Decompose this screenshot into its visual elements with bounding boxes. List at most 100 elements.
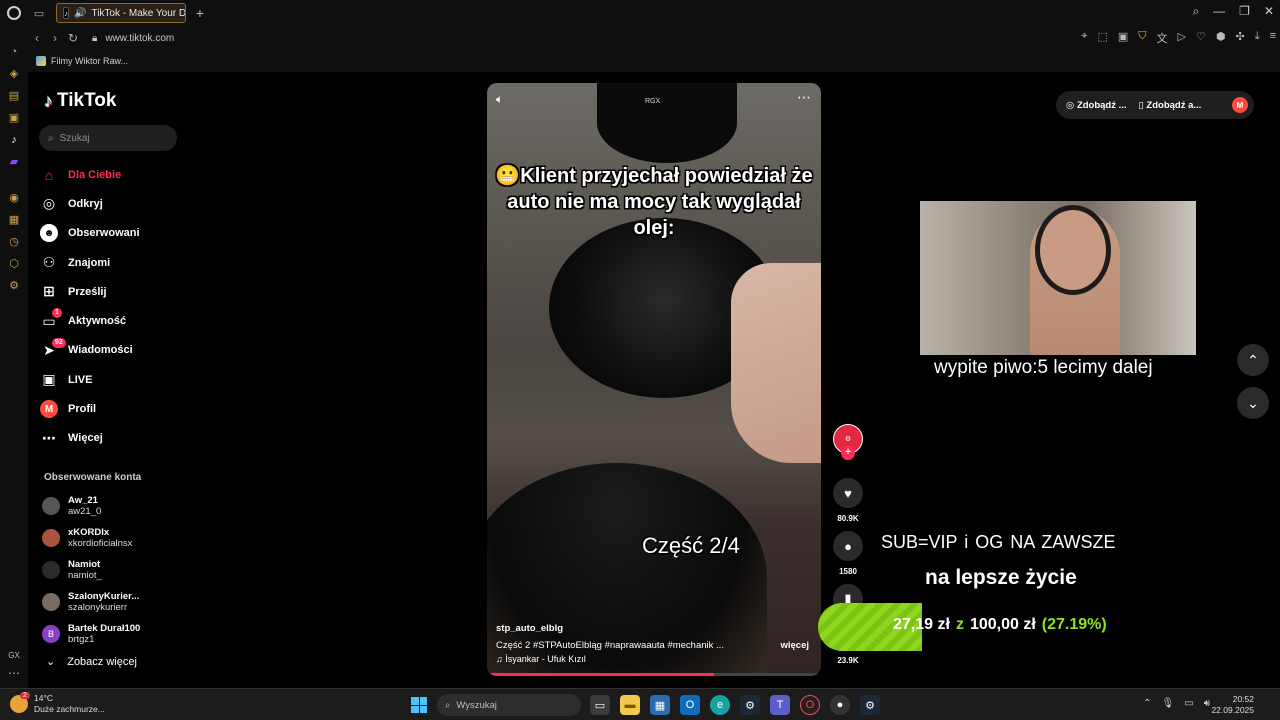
- shield-icon[interactable]: ⛉: [1138, 30, 1146, 46]
- nav-item-activity[interactable]: ▭ 1 Aktywność: [40, 306, 190, 335]
- tiktok-favicon-icon: ♪: [63, 7, 69, 19]
- back-icon[interactable]: ‹: [28, 31, 46, 45]
- chevron-up-icon[interactable]: ⌃: [1143, 698, 1151, 709]
- start-button[interactable]: [411, 697, 427, 713]
- nav-label: Dla Ciebie: [68, 168, 122, 181]
- package-icon[interactable]: ⬢: [1216, 30, 1226, 46]
- edge-icon[interactable]: e: [710, 695, 730, 715]
- next-video-button[interactable]: ⌄: [1237, 387, 1269, 419]
- task-view-icon[interactable]: ▭: [590, 695, 610, 715]
- browser-tab-tiktok[interactable]: ♪ 🔊 TikTok - Make Your D... ×: [56, 3, 186, 23]
- search-icon[interactable]: ⌕: [1192, 4, 1199, 19]
- creator-avatar[interactable]: ⚙ +: [833, 424, 863, 460]
- nav-item-following[interactable]: ☻ Obserwowani: [40, 219, 190, 248]
- see-more-button[interactable]: ⌄ Zobacz więcej: [46, 655, 137, 669]
- volume-icon[interactable]: 🔊︎: [1204, 698, 1210, 709]
- extensions-icon[interactable]: ▦: [8, 214, 20, 226]
- get-coins-button[interactable]: ◎ Zdobądź ...: [1066, 100, 1127, 111]
- microphone-icon[interactable]: 🎙︎: [1162, 698, 1175, 709]
- url-text[interactable]: www.tiktok.com: [105, 33, 174, 44]
- nav-item-more[interactable]: ⋯ Więcej: [40, 424, 190, 453]
- bookmark-item[interactable]: Filmy Wiktor Raw...: [51, 56, 128, 66]
- download-icon[interactable]: ⤓: [1255, 30, 1260, 46]
- sidebar-tiktok-icon[interactable]: ♪: [8, 134, 20, 146]
- chevron-down-icon: ⌄: [1247, 394, 1259, 411]
- nav-item-upload[interactable]: ⊞ Prześlij: [40, 277, 190, 306]
- snapshot-icon[interactable]: ⬚: [1097, 30, 1107, 46]
- address-bar: ‹ › ↻ 🔒︎ www.tiktok.com ⌖ ⬚ ▣ ⛉ 文 ▷ ♡ ⬢ …: [28, 26, 1280, 50]
- speed-dial-icon[interactable]: ◔: [8, 46, 20, 58]
- followed-account[interactable]: xKORDIx xkordioficialnsx: [42, 522, 192, 554]
- player-icon[interactable]: ◉: [8, 192, 20, 204]
- discord-icon[interactable]: ●: [830, 695, 850, 715]
- like-button[interactable]: ♥: [833, 478, 863, 508]
- opera-gx-icon[interactable]: O: [800, 695, 820, 715]
- video-author[interactable]: stp_auto_elblg: [496, 623, 563, 634]
- extensions-puzzle-icon[interactable]: ✣: [1235, 30, 1244, 46]
- tiktok-page: ♪ TikTok ⌕ ⌂ Dla Ciebie ◎ Odkryj ☻ Obser…: [28, 72, 1280, 688]
- gx-control-icon[interactable]: ◈: [8, 68, 20, 80]
- followed-account[interactable]: B Bartek Durał100 brtgz1: [42, 618, 192, 650]
- camera-icon[interactable]: ▣: [1118, 30, 1128, 46]
- restore-icon[interactable]: ❐: [1239, 4, 1250, 19]
- taskbar-clock[interactable]: 20:52 22.09.2025: [1211, 694, 1254, 716]
- weather-widget[interactable]: 2 14°C Duże zachmurze...: [10, 692, 105, 715]
- outlook-icon[interactable]: O: [680, 695, 700, 715]
- taskbar-search[interactable]: ⌕ Wyszukaj: [437, 694, 581, 716]
- follow-plus-icon[interactable]: +: [841, 446, 855, 460]
- nav-label: Więcej: [68, 432, 103, 445]
- user-avatar[interactable]: M: [1232, 97, 1248, 113]
- previous-video-button[interactable]: ⌃: [1237, 344, 1269, 376]
- nav-item-for-you[interactable]: ⌂ Dla Ciebie: [40, 160, 190, 189]
- opera-gx-logo-icon[interactable]: [0, 0, 28, 26]
- tiktok-note-icon: ♪: [44, 90, 53, 111]
- network-icon[interactable]: ▭: [1184, 698, 1193, 709]
- video-progress-bar[interactable]: [487, 673, 821, 676]
- tab-stack-icon[interactable]: ▭: [28, 0, 50, 26]
- menu-icon[interactable]: ≡: [1270, 30, 1276, 46]
- nav-item-explore[interactable]: ◎ Odkryj: [40, 189, 190, 218]
- play-icon[interactable]: ▷: [1178, 30, 1186, 46]
- comment-button[interactable]: ●: [833, 531, 863, 561]
- reload-icon[interactable]: ↻: [64, 31, 82, 45]
- settings-icon[interactable]: ⚙: [8, 280, 20, 292]
- video-more-icon[interactable]: ⋯: [797, 89, 811, 106]
- heart-icon[interactable]: ♡: [1196, 30, 1206, 46]
- followed-account[interactable]: Aw_21 aw21_0: [42, 490, 192, 522]
- new-tab-button[interactable]: +: [190, 3, 210, 23]
- sidebar-more-icon[interactable]: ⋯: [8, 666, 20, 680]
- search-input[interactable]: [59, 132, 160, 144]
- show-more-link[interactable]: więcej: [780, 640, 809, 651]
- cube-icon[interactable]: ⬡: [8, 258, 20, 270]
- donation-goal-text: 27,19 zł z 100,00 zł (27.19%): [893, 616, 1107, 634]
- search-box[interactable]: ⌕: [39, 125, 177, 151]
- file-explorer-icon[interactable]: ▬: [620, 695, 640, 715]
- twitch-icon[interactable]: ▰: [8, 156, 20, 168]
- translate-icon[interactable]: 文: [1157, 30, 1168, 46]
- minimize-icon[interactable]: —: [1213, 4, 1225, 19]
- tiktok-logo[interactable]: ♪ TikTok: [44, 90, 116, 112]
- store-icon[interactable]: ▦: [650, 695, 670, 715]
- followed-account[interactable]: Namiot namiot_: [42, 554, 192, 586]
- history-icon[interactable]: ◷: [8, 236, 20, 248]
- followed-account[interactable]: SzalonyKurier... szalonykurierr: [42, 586, 192, 618]
- close-window-icon[interactable]: ✕: [1264, 4, 1274, 19]
- video-music[interactable]: ♫ İsyankar - Ufuk Kızıl: [496, 654, 586, 664]
- teams-icon[interactable]: T: [770, 695, 790, 715]
- nav-item-live[interactable]: ▣ LIVE: [40, 365, 190, 394]
- steam-2-icon[interactable]: ⚙: [860, 695, 880, 715]
- video-player[interactable]: 🔈︎ RGX ⋯ 😬Klient przyjechał powiedział ż…: [487, 83, 821, 676]
- steam-icon[interactable]: ⚙: [740, 695, 760, 715]
- get-app-button[interactable]: ▯ Zdobądź a...: [1139, 100, 1202, 111]
- pin-icon[interactable]: ⌖: [1081, 30, 1087, 46]
- nav-item-messages[interactable]: ➤ 92 Wiadomości: [40, 336, 190, 365]
- nav-item-profile[interactable]: M Profil: [40, 394, 190, 423]
- window-controls: ⌕ — ❐ ✕: [1192, 4, 1274, 19]
- volume-icon[interactable]: 🔈︎: [496, 92, 503, 107]
- gx-corner-icon[interactable]: ▤: [8, 90, 20, 102]
- forward-icon[interactable]: ›: [46, 31, 64, 45]
- gx-news-icon[interactable]: ▣: [8, 112, 20, 124]
- nav-label: Prześlij: [68, 285, 107, 298]
- nav-item-friends[interactable]: ⚇ Znajomi: [40, 248, 190, 277]
- account-name: SzalonyKurier...: [68, 591, 140, 602]
